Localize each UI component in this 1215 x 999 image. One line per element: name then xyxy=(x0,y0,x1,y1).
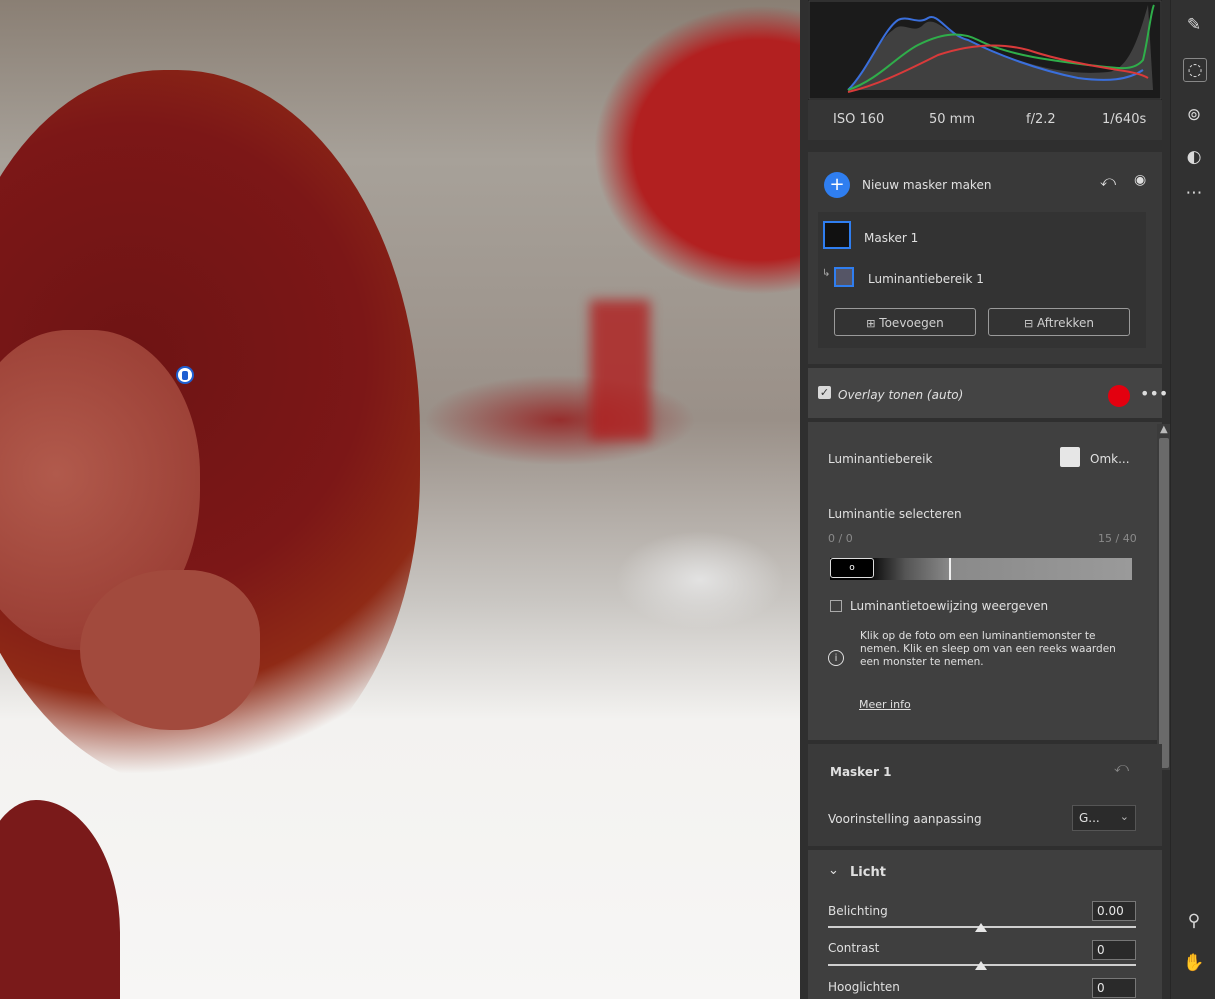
subitem-arrow-icon: ↳ xyxy=(822,268,831,279)
histogram xyxy=(808,0,1162,100)
add-mask-icon: ⊞ xyxy=(866,317,876,330)
light-collapse-icon[interactable]: ⌄ xyxy=(828,863,839,878)
mask-pin-icon[interactable] xyxy=(176,366,194,384)
component-item-label[interactable]: Luminantiebereik 1 xyxy=(868,272,984,286)
preset-dropdown[interactable]: G... ⌄ xyxy=(1072,805,1136,831)
mask-settings-title: Masker 1 xyxy=(830,765,892,779)
luminance-range-slider[interactable]: o xyxy=(830,558,1132,580)
exif-info: ISO 160 50 mm f/2.2 1/640s xyxy=(808,100,1162,140)
hooglichten-input[interactable]: 0 xyxy=(1092,978,1136,998)
info-text: Klik op de foto om een luminantiemonster… xyxy=(860,630,1116,668)
light-section-title[interactable]: Licht xyxy=(850,865,886,880)
exif-iso: ISO 160 xyxy=(833,112,885,127)
chevron-down-icon: ⌄ xyxy=(1119,810,1129,823)
photo-subject-hand xyxy=(80,570,260,730)
luminance-panel xyxy=(808,422,1162,740)
scrollbar[interactable]: ▲ xyxy=(1157,424,1171,770)
presets-icon[interactable]: ◐ xyxy=(1183,146,1205,168)
range-right-value: 15 / 40 xyxy=(1098,532,1137,545)
luminance-select-label: Luminantie selecteren xyxy=(828,507,962,521)
zoom-icon[interactable]: ⚲ xyxy=(1183,910,1205,932)
reset-mask-icon[interactable]: ⤺ xyxy=(1114,760,1129,776)
exif-aperture: f/2.2 xyxy=(1026,112,1056,127)
new-mask-button[interactable]: + xyxy=(824,172,850,198)
invert-label[interactable]: Omk... xyxy=(1090,452,1130,466)
photo-canvas[interactable] xyxy=(0,0,800,999)
range-handle-right[interactable] xyxy=(949,558,951,580)
add-button-label: Toevoegen xyxy=(879,316,944,330)
slider-label-contrast: Contrast xyxy=(828,941,880,955)
subtract-button-label: Aftrekken xyxy=(1037,316,1095,330)
contrast-input[interactable]: 0 xyxy=(1092,940,1136,960)
scroll-up-icon[interactable]: ▲ xyxy=(1160,424,1168,435)
overlay-more-icon[interactable]: ••• xyxy=(1140,384,1168,403)
overlay-label[interactable]: Overlay tonen (auto) xyxy=(838,388,963,402)
subtract-button[interactable]: ⊟ Aftrekken xyxy=(988,308,1130,336)
luminance-component-icon[interactable] xyxy=(834,267,854,287)
luminance-title: Luminantiebereik xyxy=(828,452,933,466)
exif-focal: 50 mm xyxy=(929,112,976,127)
range-handle-left[interactable]: o xyxy=(830,558,874,578)
overlay-checkbox[interactable]: ✓ xyxy=(818,386,831,399)
mask-item-label[interactable]: Masker 1 xyxy=(864,231,918,245)
slider-label-hooglichten: Hooglichten xyxy=(828,980,900,994)
preset-label: Voorinstelling aanpassing xyxy=(828,812,982,826)
more-tools-icon[interactable]: ⋯ xyxy=(1183,182,1205,204)
reset-masks-icon[interactable]: ⤺ xyxy=(1100,172,1120,192)
more-info-link[interactable]: Meer info xyxy=(859,698,911,711)
tool-rail: ✎ ◌ ⊚ ◐ ⋯ ⚲ ✋ xyxy=(1170,0,1215,999)
add-button[interactable]: ⊞ Toevoegen xyxy=(834,308,976,336)
hand-icon[interactable]: ✋ xyxy=(1183,952,1205,974)
healing-brush-icon[interactable]: ✎ xyxy=(1183,14,1205,36)
mask-thumbnail-icon[interactable] xyxy=(823,221,851,249)
invert-icon[interactable] xyxy=(1060,447,1080,467)
photo-subject-shirt xyxy=(0,800,120,999)
new-mask-label[interactable]: Nieuw masker maken xyxy=(862,178,991,192)
belichting-input[interactable]: 0.00 xyxy=(1092,901,1136,921)
scrollbar-thumb[interactable] xyxy=(1159,438,1169,768)
contrast-slider-thumb[interactable] xyxy=(975,961,987,970)
overlay-color-swatch[interactable] xyxy=(1108,385,1130,407)
show-map-checkbox[interactable] xyxy=(830,600,842,612)
eye-icon[interactable]: ◉ xyxy=(1134,172,1154,192)
subtract-mask-icon: ⊟ xyxy=(1023,317,1034,330)
exif-shutter: 1/640s xyxy=(1102,112,1147,127)
red-eye-icon[interactable]: ⊚ xyxy=(1183,104,1205,126)
info-icon: i xyxy=(828,650,844,666)
preset-value: G... xyxy=(1079,811,1100,825)
belichting-slider-thumb[interactable] xyxy=(975,923,987,932)
masking-tool-icon[interactable]: ◌ xyxy=(1183,58,1207,82)
range-left-value: 0 / 0 xyxy=(828,532,853,545)
show-map-label[interactable]: Luminantietoewijzing weergeven xyxy=(850,599,1048,613)
slider-label-belichting: Belichting xyxy=(828,904,888,918)
